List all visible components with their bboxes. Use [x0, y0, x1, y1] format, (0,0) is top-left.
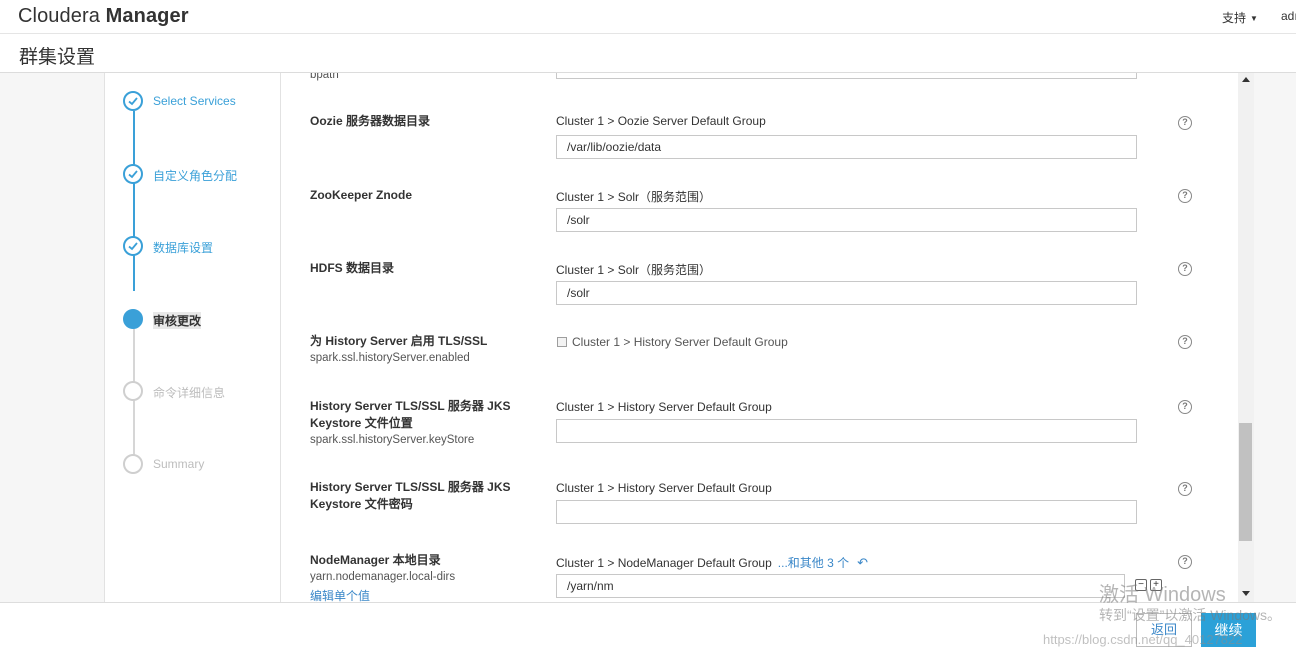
zookeeper-znode-input[interactable] [556, 208, 1137, 232]
property-name-line2: Keystore 文件位置 [310, 416, 413, 430]
help-icon[interactable]: ? [1178, 400, 1192, 414]
keystore-location-input[interactable] [556, 419, 1137, 443]
help-icon[interactable]: ? [1178, 189, 1192, 203]
step-label: 数据库设置 [153, 241, 214, 255]
more-groups-link[interactable]: ...和其他 3 个 [778, 556, 849, 570]
wizard-panel: Select Services 自定义角色分配 数据库设置 审核更改 命令详细信… [104, 73, 1254, 602]
pending-step-circle-icon [123, 454, 143, 474]
scope-text: Cluster 1 > NodeManager Default Group [556, 556, 772, 570]
property-scope: Cluster 1 > History Server Default Group [556, 400, 772, 414]
step-connector-done [133, 111, 135, 291]
oozie-data-dir-input[interactable] [556, 135, 1137, 159]
config-list: bpath Oozie 服务器数据目录 Cluster 1 > Oozie Se… [281, 73, 1239, 602]
property-scope: Cluster 1 > Solr（服务范围） [556, 263, 712, 277]
tls-enable-checkbox[interactable] [557, 337, 567, 347]
property-name: NodeManager 本地目录 [310, 553, 441, 567]
undo-arrow-icon[interactable]: ↶ [857, 555, 868, 570]
property-scope: Cluster 1 > History Server Default Group [556, 481, 772, 495]
scroll-up-arrow-icon[interactable] [1242, 77, 1250, 82]
check-icon [123, 236, 143, 256]
user-menu[interactable]: adı [1281, 9, 1296, 23]
vertical-scrollbar[interactable] [1238, 73, 1254, 602]
property-name: Oozie 服务器数据目录 [310, 114, 431, 128]
edit-individual-values-link[interactable]: 编辑单个值 [310, 587, 370, 602]
property-key: yarn.nodemanager.local-dirs [310, 571, 456, 583]
keystore-password-input[interactable] [556, 500, 1137, 524]
property-key: bpath [310, 73, 339, 81]
page-title: 群集设置 [19, 47, 96, 68]
config-input[interactable] [556, 73, 1137, 79]
property-scope: Cluster 1 > Solr（服务范围） [556, 190, 712, 204]
support-label: 支持 [1222, 11, 1247, 25]
page-header: 群集设置 [0, 35, 1296, 73]
windows-activation-subtext: 转到“设置”以激活 Windows。 [1099, 607, 1282, 623]
property-scope: Cluster 1 > Oozie Server Default Group [556, 114, 766, 128]
step-label: 自定义角色分配 [153, 169, 238, 183]
property-key: spark.ssl.historyServer.enabled [310, 352, 470, 364]
pending-step-circle-icon [123, 381, 143, 401]
scroll-down-arrow-icon[interactable] [1242, 591, 1250, 596]
step-label: 命令详细信息 [153, 386, 226, 400]
brand-logo[interactable]: Cloudera Manager [18, 5, 189, 28]
property-name: ZooKeeper Znode [310, 188, 413, 202]
blog-watermark: https://blog.csdn.net/qq_40127822 [1043, 632, 1243, 647]
help-icon[interactable]: ? [1178, 262, 1192, 276]
wizard-steps: Select Services 自定义角色分配 数据库设置 审核更改 命令详细信… [105, 73, 281, 602]
caret-down-icon: ▼ [1250, 14, 1258, 23]
brand-text-bold: Manager [105, 5, 189, 27]
help-icon[interactable]: ? [1178, 555, 1192, 569]
property-scope: Cluster 1 > History Server Default Group [572, 335, 788, 349]
check-icon [123, 91, 143, 111]
step-label: Summary [153, 457, 205, 471]
help-icon[interactable]: ? [1178, 482, 1192, 496]
nodemanager-local-dirs-input[interactable] [556, 574, 1125, 598]
property-name-line2: Keystore 文件密码 [310, 497, 413, 511]
scrollbar-thumb[interactable] [1239, 423, 1252, 541]
windows-activation-watermark: 激活 Windows [1099, 584, 1226, 606]
help-icon[interactable]: ? [1178, 116, 1192, 130]
property-name: 为 History Server 启用 TLS/SSL [310, 334, 488, 348]
top-navbar: Cloudera Manager 支持▼ adı [0, 0, 1296, 34]
property-name: History Server TLS/SSL 服务器 JKS [310, 399, 511, 413]
property-scope: Cluster 1 > NodeManager Default Group...… [556, 554, 868, 571]
property-key: spark.ssl.historyServer.keyStore [310, 434, 475, 446]
step-label: 审核更改 [153, 312, 202, 329]
step-label: Select Services [153, 94, 236, 108]
hdfs-data-dir-input[interactable] [556, 281, 1137, 305]
current-step-dot-icon [123, 309, 143, 329]
support-menu[interactable]: 支持 ▼ [1222, 9, 1258, 26]
property-name: History Server TLS/SSL 服务器 JKS [310, 480, 511, 494]
check-icon [123, 164, 143, 184]
brand-text-light: Cloudera [18, 5, 100, 27]
help-icon[interactable]: ? [1178, 335, 1192, 349]
property-name: HDFS 数据目录 [310, 261, 395, 275]
